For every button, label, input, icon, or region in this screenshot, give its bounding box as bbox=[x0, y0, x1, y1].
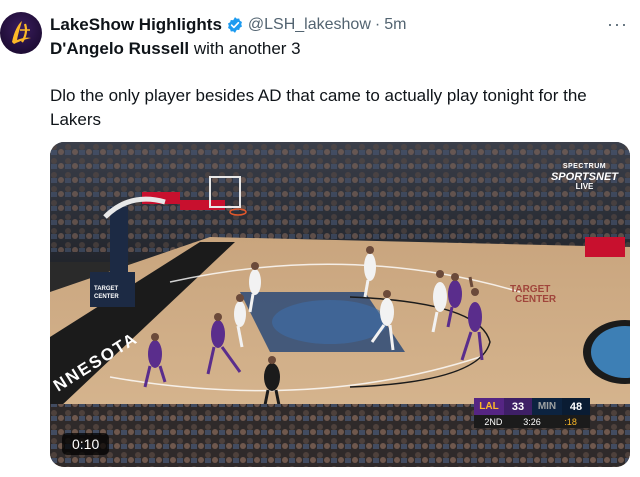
tweet-subtitle: D'Angelo Russell with another 3 bbox=[50, 39, 301, 59]
subject-name: D'Angelo Russell bbox=[50, 39, 190, 58]
stanchion-target: TARGET bbox=[94, 286, 119, 292]
avatar[interactable] bbox=[0, 12, 42, 54]
verified-badge-icon bbox=[227, 17, 242, 33]
tweet-body: Dlo the only player besides AD that came… bbox=[50, 86, 587, 129]
scorebug: LAL 33 MIN 48 2ND 3:26 :18 bbox=[474, 398, 590, 430]
video-duration: 0:10 bbox=[62, 433, 110, 455]
away-score: 33 bbox=[504, 398, 532, 415]
lakers-logo-icon bbox=[12, 21, 31, 44]
separator-dot: · bbox=[374, 16, 381, 33]
stanchion-center: CENTER bbox=[94, 294, 119, 300]
quarter: 2ND bbox=[484, 416, 503, 427]
network-line2: SPORTSNET bbox=[550, 171, 618, 183]
network-logo: SPECTRUM SPORTSNET LIVE bbox=[551, 162, 618, 192]
floor-sponsor-center: CENTER bbox=[515, 294, 557, 305]
shot-clock: :18 bbox=[564, 416, 577, 427]
home-score: 48 bbox=[562, 398, 590, 415]
display-name[interactable]: LakeShow Highlights bbox=[50, 15, 222, 35]
network-line3: LIVE bbox=[575, 182, 594, 191]
tweet-header: LakeShow Highlights @LSH_lakeshow · 5m ·… bbox=[50, 14, 640, 36]
game-clock: 3:26 bbox=[523, 416, 541, 427]
away-team: LAL bbox=[474, 398, 504, 415]
tweet-time[interactable]: 5m bbox=[384, 16, 406, 34]
home-team: MIN bbox=[532, 398, 562, 415]
more-options-icon[interactable]: ··· bbox=[607, 14, 628, 35]
subject-rest: with another 3 bbox=[189, 39, 301, 58]
video-player[interactable]: NNESOTA TARGET CENTER TARGET CENTER SPEC… bbox=[50, 142, 630, 467]
user-handle[interactable]: @LSH_lakeshow bbox=[248, 16, 371, 34]
